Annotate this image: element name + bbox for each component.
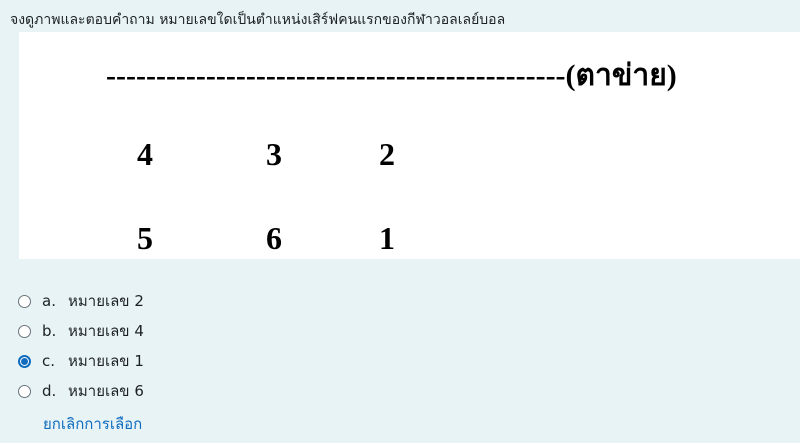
radio-button-a[interactable] <box>18 294 31 308</box>
answer-option-b[interactable]: b. หมายเลข 4 <box>18 316 144 346</box>
answer-option-a[interactable]: a. หมายเลข 2 <box>18 286 144 316</box>
option-letter: a. <box>42 292 56 310</box>
net-label: ----------------------------------------… <box>106 59 677 92</box>
position-front-center: 3 <box>266 136 282 172</box>
option-label: หมายเลข 2 <box>68 292 144 310</box>
question-text: จงดูภาพและตอบคำถาม หมายเลขใดเป็นตำแหน่งเ… <box>10 12 506 28</box>
position-back-center: 6 <box>266 220 282 256</box>
option-letter: d. <box>42 382 57 400</box>
answer-option-c[interactable]: c. หมายเลข 1 <box>18 346 144 376</box>
option-label: หมายเลข 6 <box>68 382 144 400</box>
quiz-question-page: จงดูภาพและตอบคำถาม หมายเลขใดเป็นตำแหน่งเ… <box>0 0 800 443</box>
radio-button-c[interactable] <box>18 354 31 368</box>
position-back-right: 1 <box>379 220 395 256</box>
answer-option-d[interactable]: d. หมายเลข 6 <box>18 376 144 406</box>
radio-button-b[interactable] <box>18 324 31 338</box>
option-label: หมายเลข 1 <box>68 352 144 370</box>
option-letter: c. <box>42 352 56 370</box>
option-letter: b. <box>42 322 57 340</box>
position-front-left: 4 <box>137 136 153 172</box>
position-front-right: 2 <box>379 136 395 172</box>
answer-options: a. หมายเลข 2 b. หมายเลข 4 c. หมายเลข 1 d… <box>18 286 144 406</box>
court-figure: ----------------------------------------… <box>19 32 800 259</box>
radio-button-d[interactable] <box>18 384 31 398</box>
position-back-left: 5 <box>137 220 153 256</box>
clear-choice-link[interactable]: ยกเลิกการเลือก <box>43 412 142 436</box>
option-label: หมายเลข 4 <box>68 322 144 340</box>
